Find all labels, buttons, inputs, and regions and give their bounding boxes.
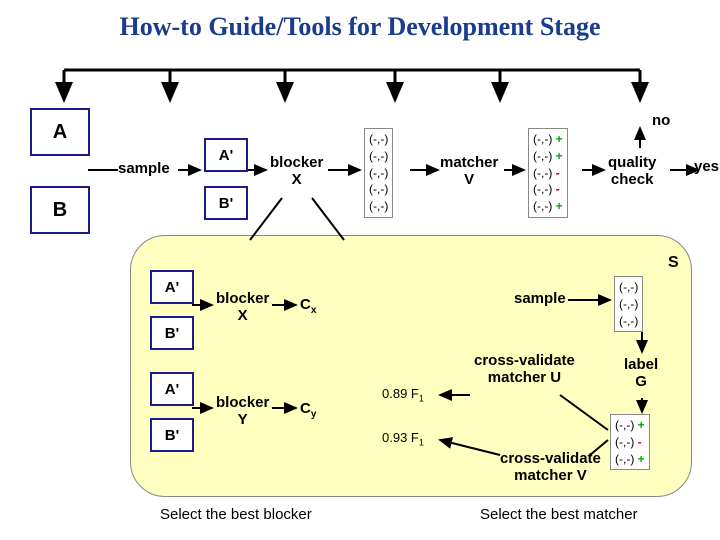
label-f1-u: 0.89 F1 [382,386,424,404]
label-no: no [652,112,670,129]
label-cv-u: cross-validate matcher U [474,352,575,386]
pairs-plain-5: (-,-) (-,-) (-,-) (-,-) (-,-) [364,128,393,218]
caption-select-matcher: Select the best matcher [480,506,638,523]
pairs-signed-5: (-,-) + (-,-) + (-,-) - (-,-) - (-,-) + [528,128,568,218]
label-quality-check: quality check [608,154,656,188]
cloud-region [130,235,692,497]
box-a-prime-3: A' [150,372,194,406]
label-sample-2: sample [514,290,566,307]
label-yes: yes [694,158,719,175]
label-cy: Cy [300,400,316,420]
label-blocker-x: blocker X [270,154,323,188]
box-b: B [30,186,90,234]
label-label-g: label G [624,356,658,390]
caption-select-blocker: Select the best blocker [160,506,312,523]
box-b-prime-3: B' [150,418,194,452]
label-blocker-x-2: blocker X [216,290,269,324]
label-cv-v: cross-validate matcher V [500,450,601,484]
label-matcher-v: matcher V [440,154,498,188]
label-sample: sample [118,160,170,177]
box-a-prime-2: A' [150,270,194,304]
page-title: How-to Guide/Tools for Development Stage [0,12,720,42]
label-f1-v: 0.93 F1 [382,430,424,448]
label-blocker-y: blocker Y [216,394,269,428]
label-cx: Cx [300,296,316,316]
box-a-prime-1: A' [204,138,248,172]
label-s: S [668,254,679,272]
box-b-prime-1: B' [204,186,248,220]
pairs-signed-3: (-,-) + (-,-) - (-,-) + [610,414,650,470]
box-b-prime-2: B' [150,316,194,350]
box-a: A [30,108,90,156]
pairs-plain-3: (-,-) (-,-) (-,-) [614,276,643,332]
